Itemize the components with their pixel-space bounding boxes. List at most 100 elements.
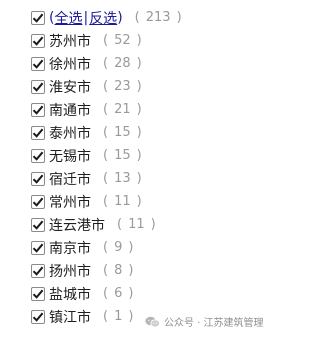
city-count: 1 (114, 309, 123, 324)
wechat-icon (145, 316, 160, 327)
city-row: 淮安市 (23) (31, 75, 182, 98)
checkmark-icon (32, 105, 44, 115)
city-count: 23 (114, 79, 131, 94)
select-all-row: ( 全选 | 反选 ) ( 213 ) (31, 6, 182, 29)
count-open-paren: ( (103, 79, 109, 94)
total-close-paren: ) (176, 10, 182, 25)
city-row: 苏州市 (52) (31, 29, 182, 52)
city-count: 8 (114, 263, 123, 278)
header-close-paren: ) (117, 9, 123, 26)
city-row: 南京市 (9) (31, 236, 182, 259)
city-name[interactable]: 淮安市 (49, 77, 91, 97)
city-name[interactable]: 连云港市 (49, 215, 105, 235)
city-count: 11 (128, 217, 145, 232)
city-name[interactable]: 盐城市 (49, 284, 91, 304)
checkmark-icon (32, 82, 44, 92)
city-name[interactable]: 南通市 (49, 100, 91, 120)
count-open-paren: ( (103, 194, 109, 209)
city-count: 13 (114, 171, 131, 186)
checkmark-icon (32, 243, 44, 253)
count-close-paren: ) (136, 56, 142, 71)
count-close-paren: ) (128, 309, 134, 324)
checkmark-icon (32, 36, 44, 46)
city-checkbox[interactable] (31, 125, 45, 140)
city-row: 连云港市 (11) (31, 213, 182, 236)
total-open-paren: ( (134, 10, 140, 25)
checkmark-icon (32, 128, 44, 138)
checkmark-icon (32, 289, 44, 299)
count-close-paren: ) (128, 286, 134, 301)
city-count: 52 (114, 33, 131, 48)
city-checkbox[interactable] (31, 240, 45, 255)
count-close-paren: ) (136, 148, 142, 163)
city-checkbox[interactable] (31, 309, 45, 324)
city-checkbox[interactable] (31, 148, 45, 163)
count-open-paren: ( (103, 125, 109, 140)
checkmark-icon (32, 174, 44, 184)
city-count: 28 (114, 56, 131, 71)
count-open-paren: ( (103, 171, 109, 186)
select-all-checkbox[interactable] (31, 10, 45, 25)
city-checkbox[interactable] (31, 217, 45, 232)
count-open-paren: ( (103, 102, 109, 117)
city-name[interactable]: 泰州市 (49, 123, 91, 143)
city-checkbox[interactable] (31, 79, 45, 94)
count-close-paren: ) (150, 217, 156, 232)
city-count: 11 (114, 194, 131, 209)
city-row: 无锡市 (15) (31, 144, 182, 167)
city-row: 常州市 (11) (31, 190, 182, 213)
city-name[interactable]: 宿迁市 (49, 169, 91, 189)
city-name[interactable]: 苏州市 (49, 31, 91, 51)
checkmark-icon (32, 266, 44, 276)
city-checkbox[interactable] (31, 263, 45, 278)
city-count: 15 (114, 148, 131, 163)
count-open-paren: ( (103, 263, 109, 278)
checkmark-icon (32, 59, 44, 69)
invert-select-link[interactable]: 反选 (89, 8, 117, 28)
count-open-paren: ( (103, 148, 109, 163)
city-name[interactable]: 镇江市 (49, 307, 91, 327)
count-open-paren: ( (117, 217, 123, 232)
city-row: 南通市 (21) (31, 98, 182, 121)
city-count: 15 (114, 125, 131, 140)
count-close-paren: ) (136, 102, 142, 117)
count-close-paren: ) (128, 240, 134, 255)
city-checkbox[interactable] (31, 171, 45, 186)
city-checkbox[interactable] (31, 33, 45, 48)
city-count: 9 (114, 240, 123, 255)
checkmark-icon (32, 13, 44, 23)
count-open-paren: ( (103, 240, 109, 255)
watermark: 公众号 · 江苏建筑管理 (145, 314, 264, 329)
count-open-paren: ( (103, 309, 109, 324)
city-filter-list: ( 全选 | 反选 ) ( 213 ) 苏州市 (52) 徐州市 (28) 淮安市 (23… (31, 6, 182, 328)
city-checkbox[interactable] (31, 102, 45, 117)
city-name[interactable]: 无锡市 (49, 146, 91, 166)
city-row: 宿迁市 (13) (31, 167, 182, 190)
select-all-link[interactable]: 全选 (54, 8, 82, 28)
city-name[interactable]: 南京市 (49, 238, 91, 258)
watermark-text: 公众号 · 江苏建筑管理 (164, 318, 264, 329)
count-close-paren: ) (136, 33, 142, 48)
count-close-paren: ) (136, 125, 142, 140)
city-row: 扬州市 (8) (31, 259, 182, 282)
city-name[interactable]: 扬州市 (49, 261, 91, 281)
city-row: 徐州市 (28) (31, 52, 182, 75)
count-close-paren: ) (136, 194, 142, 209)
count-close-paren: ) (136, 79, 142, 94)
checkmark-icon (32, 151, 44, 161)
city-row: 盐城市 (6) (31, 282, 182, 305)
header-separator: | (83, 9, 89, 26)
city-count: 21 (114, 102, 131, 117)
checkmark-icon (32, 312, 44, 322)
city-name[interactable]: 徐州市 (49, 54, 91, 74)
count-open-paren: ( (103, 56, 109, 71)
city-row: 泰州市 (15) (31, 121, 182, 144)
city-count: 6 (114, 286, 123, 301)
city-checkbox[interactable] (31, 56, 45, 71)
city-checkbox[interactable] (31, 194, 45, 209)
count-close-paren: ) (136, 171, 142, 186)
checkmark-icon (32, 197, 44, 207)
city-checkbox[interactable] (31, 286, 45, 301)
city-name[interactable]: 常州市 (49, 192, 91, 212)
count-open-paren: ( (103, 33, 109, 48)
